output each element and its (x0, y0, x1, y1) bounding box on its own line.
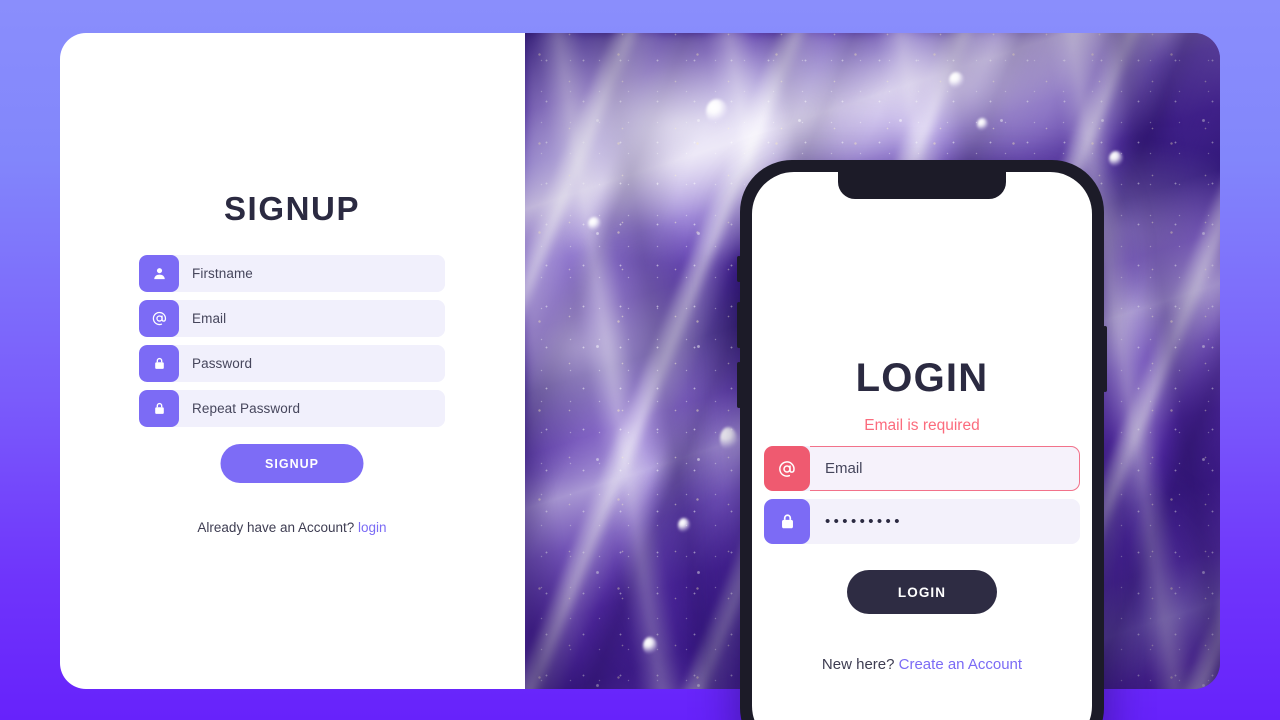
signup-submit-button[interactable]: SIGNUP (220, 444, 364, 483)
page-background: SIGNUP Firstname Email Password Repeat P… (0, 0, 1280, 720)
signup-footer-text: Already have an Account? (197, 520, 355, 535)
login-password-field[interactable]: ••••••••• (764, 499, 1080, 544)
login-footer: New here? Create an Account (752, 656, 1092, 673)
signup-firstname-field[interactable]: Firstname (139, 255, 445, 292)
login-title: LOGIN (855, 356, 989, 400)
create-account-link[interactable]: Create an Account (899, 656, 1022, 673)
login-submit-button[interactable]: LOGIN (847, 570, 997, 614)
phone-volume-down-button[interactable] (737, 362, 741, 408)
login-error-message: Email is required (864, 417, 980, 434)
at-icon (139, 300, 179, 337)
signup-form: SIGNUP Firstname Email Password Repeat P… (139, 33, 445, 689)
lock-icon (764, 499, 810, 544)
signup-email-field[interactable]: Email (139, 300, 445, 337)
signup-email-input[interactable]: Email (179, 300, 445, 337)
signup-password-field[interactable]: Password (139, 345, 445, 382)
login-field-list: Email ••••••••• (764, 446, 1080, 552)
phone-volume-up-button[interactable] (737, 302, 741, 348)
user-icon (139, 255, 179, 292)
signup-login-link[interactable]: login (358, 520, 387, 535)
signup-footer: Already have an Account? login (139, 520, 445, 535)
phone-notch (838, 172, 1006, 199)
phone-mute-switch[interactable] (737, 256, 741, 282)
login-email-field[interactable]: Email (764, 446, 1080, 491)
signup-panel: SIGNUP Firstname Email Password Repeat P… (60, 33, 525, 689)
signup-firstname-input[interactable]: Firstname (179, 255, 445, 292)
phone-mockup: LOGIN Email is required Email ••••••••• … (737, 160, 1107, 720)
signup-repeat-password-input[interactable]: Repeat Password (179, 390, 445, 427)
login-footer-text: New here? (821, 656, 895, 673)
phone-power-button[interactable] (1103, 326, 1107, 392)
lock-icon (139, 345, 179, 382)
lock-icon (139, 390, 179, 427)
phone-screen: LOGIN Email is required Email ••••••••• … (752, 172, 1092, 720)
login-email-input[interactable]: Email (810, 446, 1080, 491)
login-password-input[interactable]: ••••••••• (810, 499, 1080, 544)
signup-password-input[interactable]: Password (179, 345, 445, 382)
signup-field-list: Firstname Email Password Repeat Password (139, 255, 445, 435)
signup-title: SIGNUP (223, 190, 361, 227)
at-icon (764, 446, 810, 491)
signup-repeat-password-field[interactable]: Repeat Password (139, 390, 445, 427)
